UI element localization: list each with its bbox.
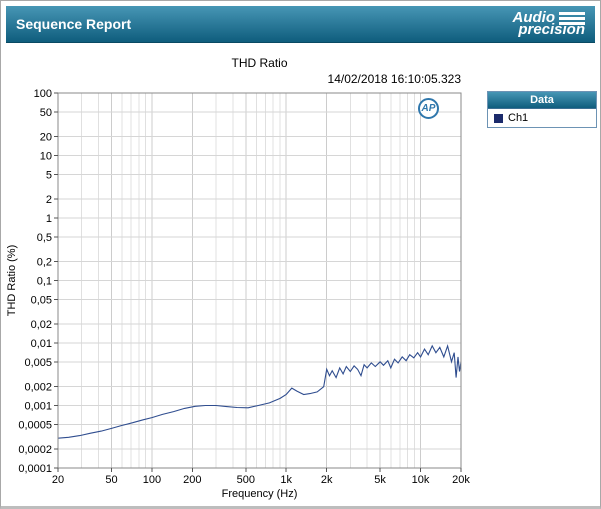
svg-text:5k: 5k (374, 474, 386, 486)
sequence-report-window: Sequence Report Audio precision THD Rati… (0, 0, 601, 509)
svg-text:50: 50 (105, 474, 117, 486)
legend-header: Data (488, 92, 596, 109)
svg-text:Frequency (Hz): Frequency (Hz) (222, 488, 298, 500)
svg-text:0,0005: 0,0005 (18, 419, 52, 431)
svg-text:0,001: 0,001 (24, 401, 52, 413)
svg-text:0,5: 0,5 (37, 232, 52, 244)
svg-text:1: 1 (46, 213, 52, 225)
svg-text:2k: 2k (321, 474, 333, 486)
svg-text:20: 20 (52, 474, 64, 486)
svg-text:20: 20 (40, 132, 52, 144)
thd-ratio-plot: 20 50 100 200 500 1k 2k 5k 10k 20k 100 50 20 10 5 2 1 0,5… (1, 1, 601, 509)
svg-text:0,02: 0,02 (31, 319, 52, 331)
svg-text:1k: 1k (280, 474, 292, 486)
svg-text:0,0001: 0,0001 (18, 463, 52, 475)
svg-text:0,05: 0,05 (31, 294, 52, 306)
legend-label: Ch1 (508, 112, 528, 124)
svg-text:0,1: 0,1 (37, 276, 52, 288)
svg-text:0,0002: 0,0002 (18, 444, 52, 456)
svg-text:THD Ratio (%): THD Ratio (%) (6, 245, 18, 317)
svg-text:2: 2 (46, 194, 52, 206)
svg-text:0,2: 0,2 (37, 257, 52, 269)
legend-panel: Data Ch1 (487, 91, 597, 128)
svg-text:20k: 20k (452, 474, 470, 486)
svg-text:10k: 10k (412, 474, 430, 486)
svg-text:0,01: 0,01 (31, 338, 52, 350)
legend-swatch (494, 114, 503, 123)
svg-text:0,002: 0,002 (24, 382, 52, 394)
svg-text:200: 200 (183, 474, 201, 486)
svg-text:5: 5 (46, 169, 52, 181)
svg-text:0,005: 0,005 (24, 357, 52, 369)
svg-text:100: 100 (34, 88, 52, 100)
ap-logo-badge: AP (418, 98, 439, 119)
svg-text:100: 100 (143, 474, 161, 486)
legend-item-ch1: Ch1 (488, 109, 596, 127)
svg-text:10: 10 (40, 151, 52, 163)
svg-text:50: 50 (40, 107, 52, 119)
svg-text:500: 500 (237, 474, 255, 486)
